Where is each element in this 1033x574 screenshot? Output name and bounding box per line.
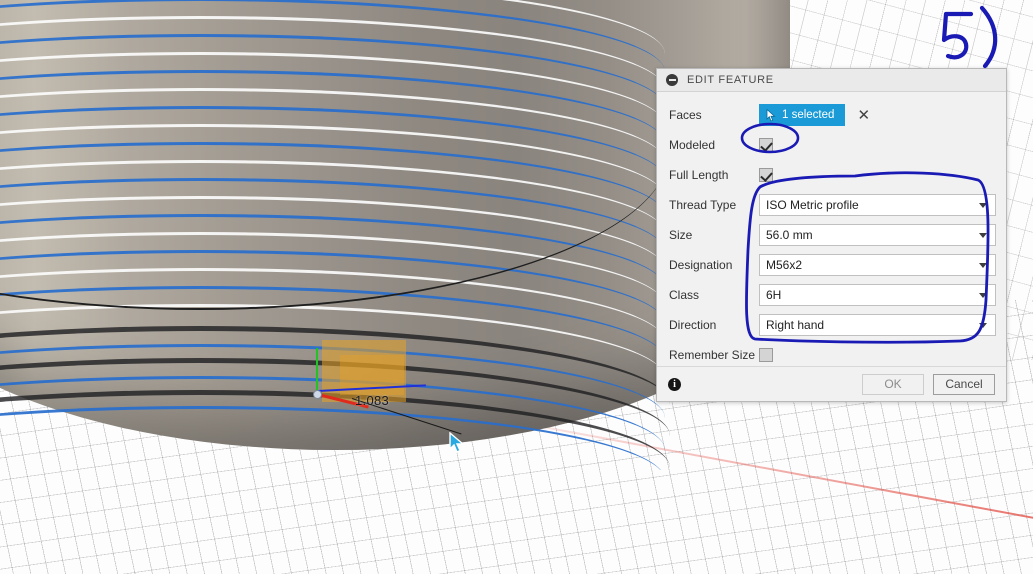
- row-full-length: Full Length: [669, 160, 996, 190]
- collapse-circle-icon[interactable]: [666, 74, 678, 86]
- row-size: Size 56.0 mm: [669, 220, 996, 250]
- dialog-body: Faces 1 selected ✕ Modeled Full Length T…: [657, 92, 1006, 376]
- z-axis-line: [316, 348, 318, 394]
- chevron-down-icon: [979, 263, 987, 268]
- row-faces: Faces 1 selected ✕: [669, 100, 996, 130]
- size-dropdown[interactable]: 56.0 mm: [759, 224, 996, 246]
- app-root: 1.083 EDIT FEATURE Faces 1 selected ✕ Mo…: [0, 0, 1033, 574]
- cancel-button[interactable]: Cancel: [933, 373, 995, 395]
- designation-value: M56x2: [766, 258, 803, 272]
- remember-size-checkbox[interactable]: [759, 348, 773, 362]
- row-designation: Designation M56x2: [669, 250, 996, 280]
- class-dropdown[interactable]: 6H: [759, 284, 996, 306]
- chevron-down-icon: [979, 233, 987, 238]
- size-value: 56.0 mm: [766, 228, 813, 242]
- info-icon[interactable]: i: [668, 377, 681, 391]
- direction-dropdown[interactable]: Right hand: [759, 314, 996, 336]
- direction-label: Direction: [669, 318, 717, 332]
- thread-type-label: Thread Type: [669, 198, 737, 212]
- designation-dropdown[interactable]: M56x2: [759, 254, 996, 276]
- faces-selection-button[interactable]: 1 selected: [759, 104, 846, 126]
- class-value: 6H: [766, 288, 782, 302]
- clear-selection-icon[interactable]: ✕: [857, 108, 870, 123]
- faces-label: Faces: [669, 108, 702, 122]
- edit-feature-dialog[interactable]: EDIT FEATURE Faces 1 selected ✕ Modeled …: [656, 68, 1007, 402]
- faces-selection-count: 1 selected: [782, 109, 835, 121]
- full-length-checkbox[interactable]: [759, 168, 773, 182]
- class-label: Class: [669, 288, 700, 302]
- size-label: Size: [669, 228, 693, 242]
- dialog-header: EDIT FEATURE: [657, 69, 1006, 92]
- dialog-buttons: OK Cancel: [862, 373, 995, 395]
- remember-size-label: Remember Size: [669, 348, 756, 362]
- dialog-footer: i OK Cancel: [657, 366, 1006, 401]
- modeled-checkbox[interactable]: [759, 138, 773, 152]
- designation-label: Designation: [669, 258, 733, 272]
- chevron-down-icon: [979, 293, 987, 298]
- select-cursor-icon: [766, 108, 776, 122]
- direction-value: Right hand: [766, 318, 825, 332]
- thread-type-value: ISO Metric profile: [766, 198, 859, 212]
- row-modeled: Modeled: [669, 130, 996, 160]
- chevron-down-icon: [979, 203, 987, 208]
- ok-button[interactable]: OK: [862, 373, 924, 395]
- row-direction: Direction Right hand: [669, 310, 996, 340]
- dialog-title: EDIT FEATURE: [687, 74, 774, 86]
- row-thread-type: Thread Type ISO Metric profile: [669, 190, 996, 220]
- full-length-label: Full Length: [669, 168, 729, 182]
- cursor-icon: [449, 432, 465, 453]
- chevron-down-icon: [979, 323, 987, 328]
- dimension-label: 1.083: [355, 393, 390, 408]
- row-class: Class 6H: [669, 280, 996, 310]
- thread-type-dropdown[interactable]: ISO Metric profile: [759, 194, 996, 216]
- origin-point[interactable]: [313, 390, 322, 399]
- modeled-label: Modeled: [669, 138, 716, 152]
